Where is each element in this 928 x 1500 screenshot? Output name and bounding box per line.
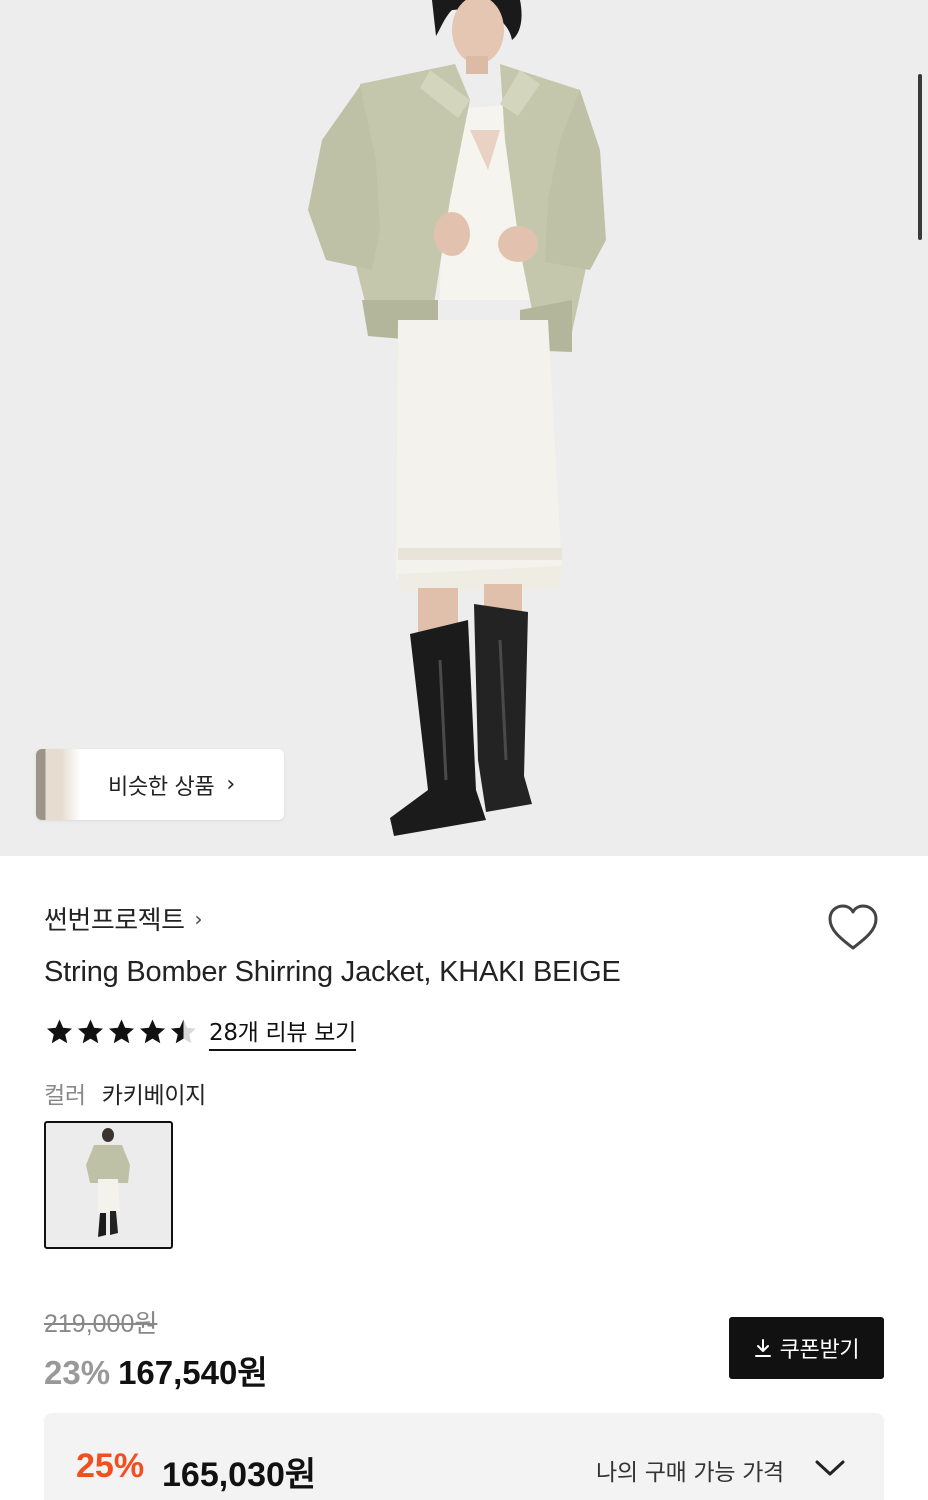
chevron-right-icon: › [226, 772, 236, 797]
color-row: 컬러 카키베이지 [44, 1076, 206, 1110]
star-full-icon [109, 1019, 134, 1044]
coupon-button[interactable]: 쿠폰받기 [729, 1317, 884, 1379]
sale-price-row: 23% 167,540원 [44, 1346, 268, 1394]
star-full-icon [47, 1019, 72, 1044]
chevron-down-icon[interactable] [814, 1457, 846, 1479]
reviews-link[interactable]: 28개 리뷰 보기 [209, 1013, 356, 1051]
swatch-thumbnail-image [86, 1128, 130, 1237]
page-scrollbar[interactable] [918, 74, 922, 240]
best-price: 165,030원 [162, 1456, 317, 1494]
star-full-icon [140, 1019, 165, 1044]
best-price-panel[interactable]: 25% 165,030원 나의 구매 가능 가격 [44, 1413, 884, 1500]
star-full-icon [78, 1019, 103, 1044]
star-half-icon [171, 1019, 196, 1044]
similar-products-label: 비슷한 상품 [108, 774, 215, 800]
rating-stars [44, 1017, 199, 1047]
download-icon [754, 1339, 771, 1357]
original-price: 219,000원 [44, 1310, 158, 1338]
color-label: 컬러 [44, 1083, 86, 1109]
best-discount-percent: 25% [76, 1447, 145, 1485]
product-photo [308, 0, 606, 836]
brand-link[interactable]: 썬번프로젝트 › [44, 900, 203, 937]
similar-product-thumbnail [36, 749, 80, 820]
color-value: 카키베이지 [101, 1083, 207, 1109]
heart-outline-icon[interactable] [826, 902, 880, 952]
product-image-carousel[interactable]: 비슷한 상품 › [0, 0, 928, 856]
discount-percent: 23% [44, 1354, 111, 1391]
similar-products-button[interactable]: 비슷한 상품 › [36, 749, 284, 820]
best-price-label: 나의 구매 가능 가격 [596, 1460, 784, 1486]
chevron-right-icon: › [194, 906, 203, 931]
color-swatch-selected[interactable] [44, 1121, 173, 1249]
rating-row: 28개 리뷰 보기 [44, 1013, 356, 1051]
product-title: String Bomber Shirring Jacket, KHAKI BEI… [44, 956, 621, 988]
coupon-button-label: 쿠폰받기 [779, 1338, 860, 1363]
brand-name: 썬번프로젝트 [44, 906, 185, 936]
sale-price: 167,540원 [118, 1354, 268, 1391]
